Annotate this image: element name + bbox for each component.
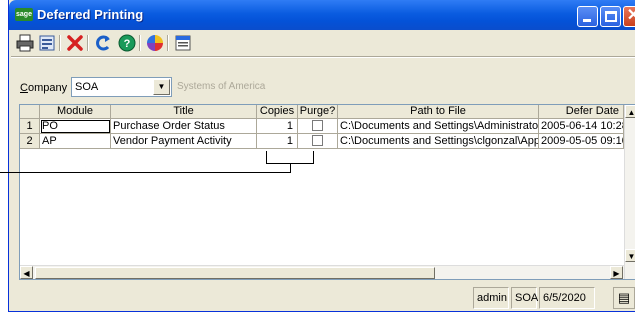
color-button[interactable] [145,34,165,54]
callout-line [290,163,291,173]
company-value: SOA [75,81,99,93]
column-header-copies[interactable]: Copies [257,105,298,119]
cell-copies[interactable]: 1 [257,119,298,134]
status-user: admin [473,287,509,309]
cell-title[interactable]: Purchase Order Status [111,119,257,134]
close-button[interactable]: ✕ [623,6,635,27]
row-number-header [20,105,40,119]
print-preview-icon [39,35,55,51]
delete-button[interactable] [65,34,85,54]
scroll-left-icon[interactable]: ◀ [20,266,33,279]
color-wheel-icon [147,35,163,51]
refresh-button[interactable] [93,34,113,54]
toolbar: ? [9,30,635,56]
minimize-icon [583,19,591,22]
cell-module[interactable]: AP [40,134,111,149]
cell-title[interactable]: Vendor Payment Activity [111,134,257,149]
company-label: Company [20,82,68,94]
status-company: SOA [511,287,538,309]
vertical-scrollbar[interactable]: ▲ ▼ [624,105,635,279]
toolbar-divider [11,56,635,58]
delete-icon [67,35,83,51]
toolbar-separator [59,35,61,51]
chevron-down-icon[interactable]: ▼ [153,79,170,95]
toolbar-separator [167,35,169,51]
callout-bracket [313,151,314,164]
callout-bracket [266,163,314,164]
options-icon [175,35,191,51]
cell-defer-date[interactable]: 2009-05-05 09:10: [539,134,624,149]
purge-checkbox[interactable] [312,120,323,131]
deferred-jobs-grid: Module Title Copies Purge? Path to File … [19,104,635,280]
company-select[interactable]: SOA ▼ [71,77,172,97]
refresh-icon [96,35,110,51]
callout-bracket [266,151,267,164]
scroll-up-icon[interactable]: ▲ [625,105,635,118]
print-button[interactable] [15,34,35,54]
company-name: Systems of America [177,81,266,92]
status-date: 6/5/2020 [539,287,595,309]
column-header-defer-date[interactable]: Defer Date [539,105,624,119]
maximize-icon [605,11,617,22]
toolbar-separator [139,35,141,51]
row-number[interactable]: 2 [20,134,40,149]
svg-text:?: ? [124,38,131,50]
toolbar-separator [87,35,89,51]
cell-path[interactable]: C:\Documents and Settings\clgonzal\App [338,134,539,149]
column-header-module[interactable]: Module [40,105,111,119]
callout-line [0,172,291,173]
deferred-printing-window: sage Deferred Printing ✕ ? Company SOA ▼… [8,0,635,312]
cell-purge[interactable] [298,119,338,134]
scroll-down-icon[interactable]: ▼ [625,249,635,262]
cell-purge[interactable] [298,134,338,149]
sage-app-icon: sage [15,8,33,21]
help-icon: ? [118,34,136,52]
maximize-button[interactable] [600,6,621,27]
printer-icon [16,34,34,52]
cell-module[interactable]: PO [40,119,111,134]
cell-path[interactable]: C:\Documents and Settings\Administrator [338,119,539,134]
row-number[interactable]: 1 [20,119,40,134]
cell-copies[interactable]: 1 [257,134,298,149]
minimize-button[interactable] [577,6,598,27]
column-header-path[interactable]: Path to File [338,105,539,119]
cell-defer-date[interactable]: 2005-06-14 10:28: [539,119,624,134]
title-bar[interactable]: sage Deferred Printing ✕ [9,0,635,30]
calendar-icon[interactable]: ▤ [613,287,635,309]
purge-checkbox[interactable] [312,135,323,146]
horizontal-scrollbar[interactable]: ◀ ▶ [20,265,624,279]
close-icon: ✕ [626,7,635,24]
column-header-purge[interactable]: Purge? [298,105,338,119]
help-button[interactable]: ? [117,34,137,54]
column-header-title[interactable]: Title [111,105,257,119]
print-preview-button[interactable] [37,34,57,54]
options-button[interactable] [173,34,193,54]
window-title: Deferred Printing [37,7,144,22]
horizontal-scroll-thumb[interactable] [35,267,435,279]
scroll-right-icon[interactable]: ▶ [610,266,623,279]
